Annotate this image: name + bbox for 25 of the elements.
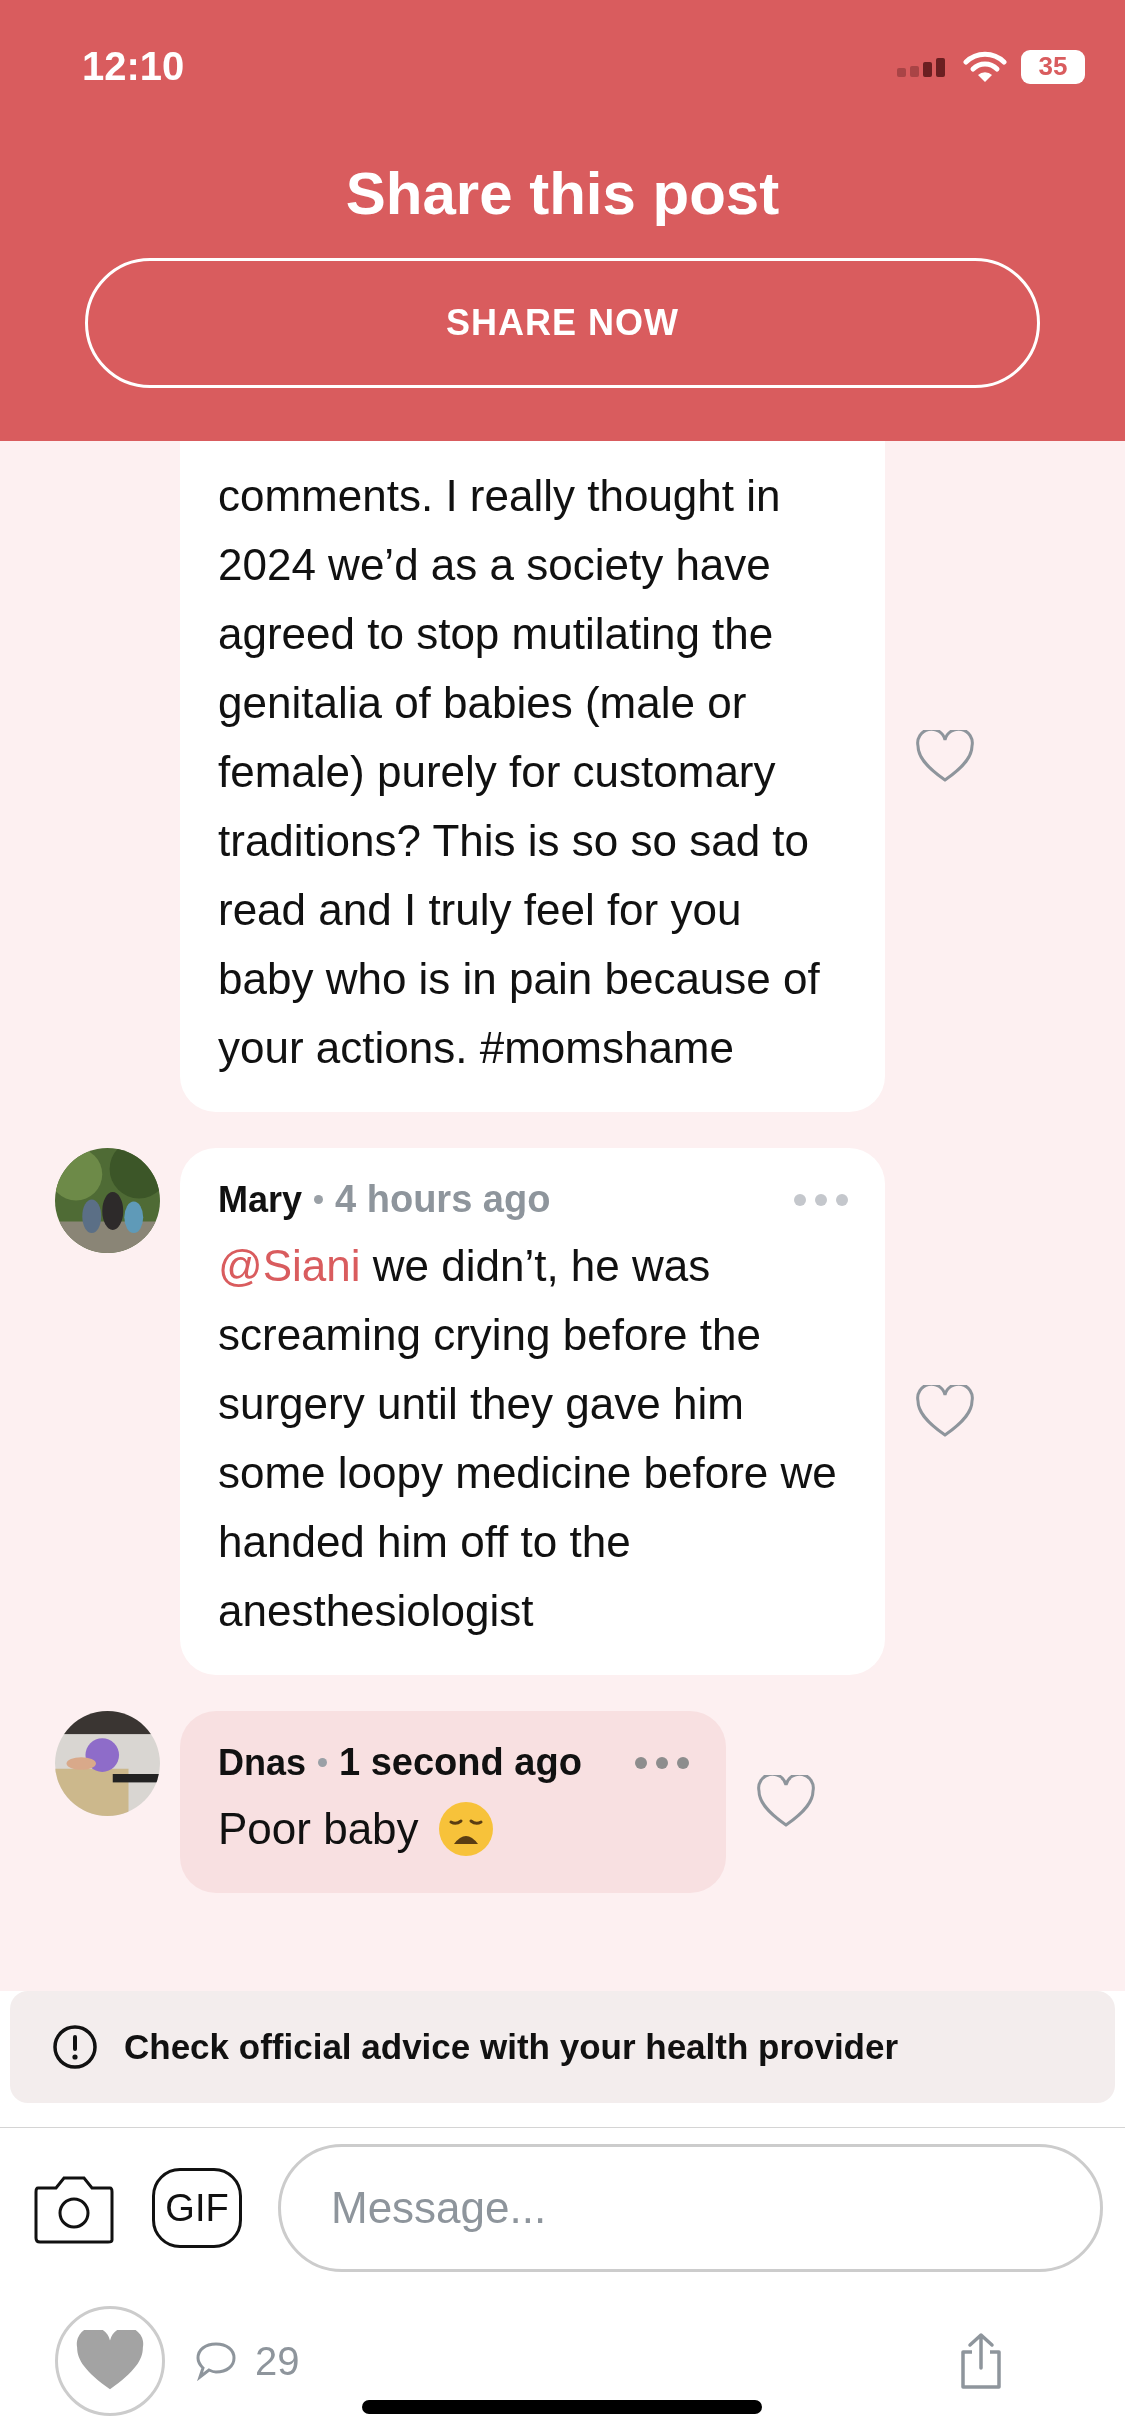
share-title: Share this post [345,159,780,228]
heart-icon[interactable] [915,1384,975,1439]
separator-dot [314,1195,324,1204]
wifi-icon [963,49,1007,84]
heart-icon[interactable] [755,1775,816,1829]
comment-time: 4 hours ago [335,1178,551,1221]
separator-dot [318,1758,328,1767]
heart-icon[interactable] [915,729,975,784]
comment-text: Poor baby [218,1803,419,1855]
comment-author: Mary [218,1178,303,1221]
comment-icon [195,2341,237,2381]
comment-author: Dnas [218,1741,307,1784]
comment-time: 1 second ago [339,1741,582,1784]
heart-icon [76,2330,144,2392]
alert-icon [52,2024,98,2070]
comment-count: 29 [255,2338,300,2384]
comment-text: comments. I really thought in 2024 we’d as a society have agreed to stop mutilating the genitalia of babies (male or female) purely for customary traditions? This is so so sad to read and I truly feel for you baby who is in pain because of your actions. #momshame [218,470,821,1074]
mention-link[interactable]: @Siani [218,1241,361,1290]
gif-button[interactable]: GIF [152,2168,242,2248]
battery-indicator: 35 [1021,49,1085,84]
comment-text: @Siani we didn’t, he was screaming crying before the surgery until they gave him some loopy medicine before we handed him off to the anesthesiologist [218,1240,838,1637]
message-field[interactable]: Message... [278,2144,1103,2272]
advice-text: Check official advice with your health provider [124,2027,899,2067]
share-now-button[interactable]: SHARE NOW [85,258,1040,388]
status-time: 12:10 [82,44,185,89]
